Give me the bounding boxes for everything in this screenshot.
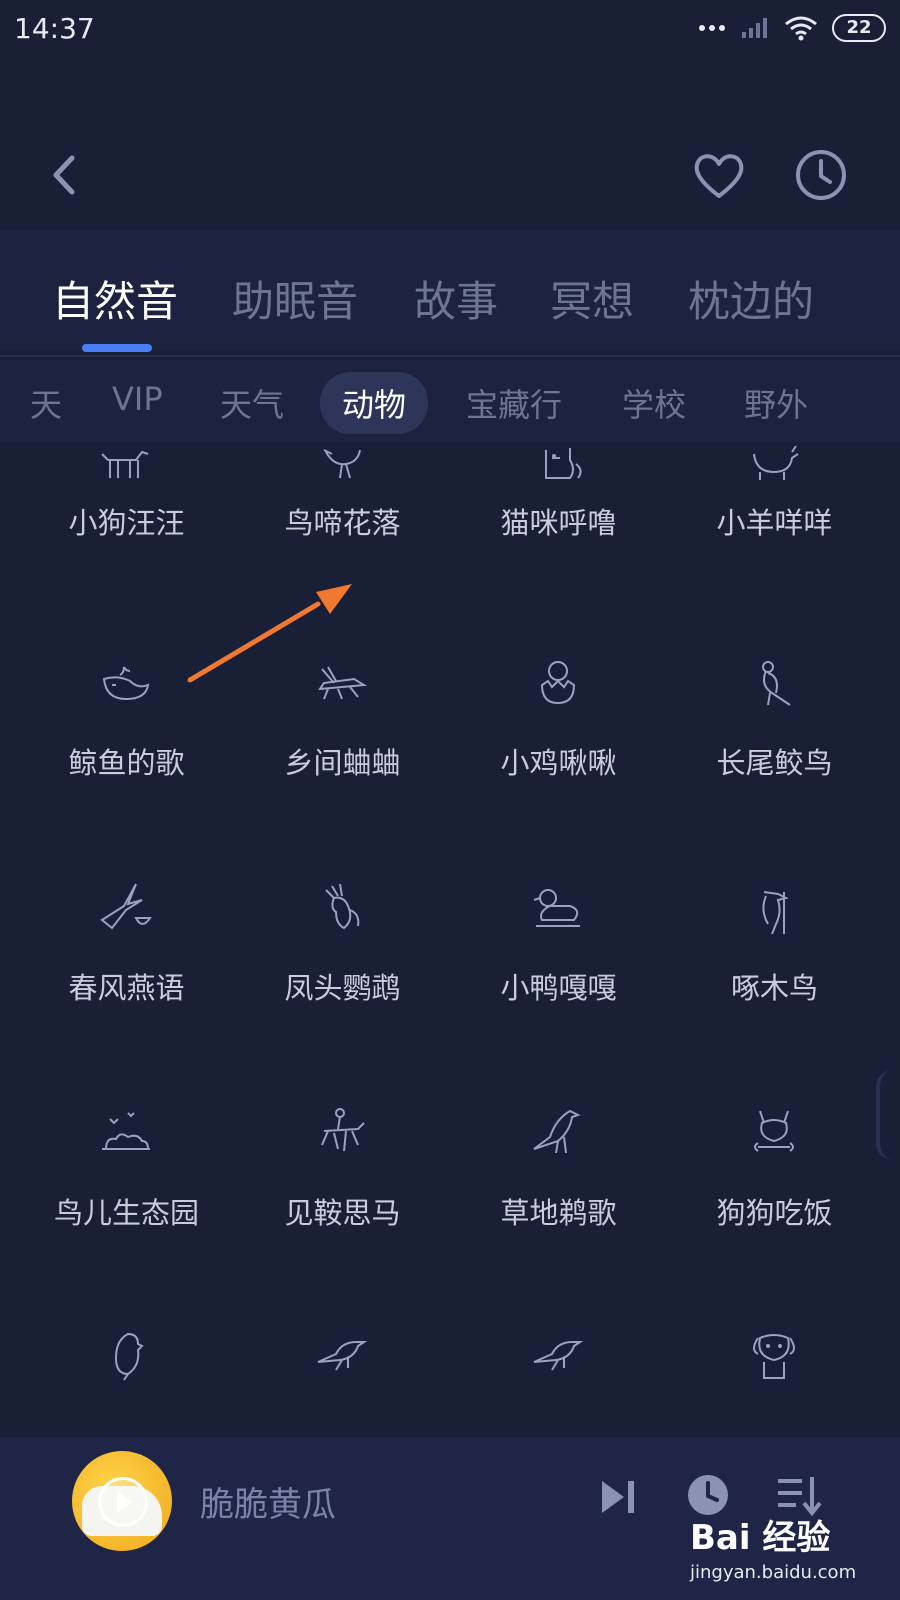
swallow-icon: [100, 883, 152, 930]
sound-label: 猫咪呼噜: [500, 506, 617, 540]
divider: [0, 355, 900, 357]
subtab-partial[interactable]: 天: [30, 380, 62, 426]
sound-item[interactable]: 春风燕语: [14, 870, 239, 1070]
sound-item[interactable]: 鸟儿生态园: [14, 1095, 239, 1295]
sound-label: 鲸鱼的歌: [68, 746, 185, 780]
tab-bedside[interactable]: 枕边的: [688, 268, 814, 329]
sound-label: 春风燕语: [68, 971, 185, 1005]
bird-flower-icon: [323, 449, 361, 479]
subtab-treasure[interactable]: 宝藏行: [466, 380, 562, 426]
sparrow-icon: [317, 1341, 368, 1371]
sound-item[interactable]: [662, 1320, 887, 1435]
subtab-weather[interactable]: 天气: [220, 380, 284, 426]
sparrow-icon: [533, 1341, 584, 1371]
sound-item[interactable]: 凤头鹦鹉: [230, 870, 455, 1070]
sound-item[interactable]: 小狗汪汪: [14, 440, 239, 620]
sound-item[interactable]: 猫咪呼噜: [446, 440, 671, 620]
baidu-watermark: Bai 经验 jingyan.baidu.com: [690, 1510, 890, 1600]
sub-category-tabs: 天 VIP 天气 动物 宝藏行 学校 野外: [0, 360, 900, 442]
chick-icon: [540, 661, 576, 705]
tab-sleep-sounds[interactable]: 助眠音: [232, 268, 358, 329]
clock-icon[interactable]: [792, 146, 850, 204]
sound-label: 鸟啼花落: [284, 506, 401, 540]
sound-item[interactable]: 鲸鱼的歌: [14, 645, 239, 845]
cricket-icon: [318, 666, 368, 700]
main-category-tabs: 自然音 助眠音 故事 冥想 枕边的: [0, 230, 900, 352]
dog-icon: [101, 450, 149, 478]
sound-item[interactable]: 鸟啼花落: [230, 440, 455, 620]
play-icon[interactable]: [98, 1477, 148, 1527]
sound-item[interactable]: [230, 1320, 455, 1435]
sound-label: 乡间蛐蛐: [284, 746, 401, 780]
woodpecker-icon: [762, 891, 789, 935]
sound-item[interactable]: 啄木鸟: [662, 870, 887, 1070]
sound-label: 小狗汪汪: [68, 506, 185, 540]
sound-label: 小鸭嘎嘎: [500, 971, 617, 1005]
sound-item[interactable]: [446, 1320, 671, 1435]
status-time: 14:37: [14, 12, 95, 45]
sound-label: 凤头鹦鹉: [284, 971, 401, 1005]
skip-next-icon[interactable]: [598, 1477, 638, 1517]
magpie-icon: [762, 661, 791, 706]
sound-item[interactable]: 小羊咩咩: [662, 440, 887, 620]
sound-label: 见鞍思马: [284, 1196, 401, 1230]
sound-item[interactable]: 长尾鲛鸟: [662, 645, 887, 845]
more-dots-icon: [699, 25, 725, 31]
sound-item[interactable]: 狗狗吃饭: [662, 1095, 887, 1295]
sound-label: 小羊咩咩: [716, 506, 833, 540]
watermark-logo: Bai 经验: [690, 1518, 831, 1558]
bird-park-icon: [102, 1112, 150, 1150]
sound-item[interactable]: 乡间蛐蛐: [230, 645, 455, 845]
battery-indicator: 22: [832, 14, 886, 42]
tab-nature-sounds[interactable]: 自然音: [52, 268, 178, 329]
tabs-fade: [800, 360, 900, 442]
track-title[interactable]: 脆脆黄瓜: [200, 1477, 336, 1526]
dog-bone-icon: [754, 1110, 794, 1152]
sound-label: 长尾鲛鸟: [716, 746, 833, 780]
sound-label: 狗狗吃饭: [716, 1196, 833, 1230]
sound-item[interactable]: 小鸡啾啾: [446, 645, 671, 845]
watermark-site: jingyan.baidu.com: [690, 1562, 857, 1583]
horse-rider-icon: [321, 1108, 365, 1152]
subtab-school[interactable]: 学校: [622, 380, 686, 426]
wifi-icon: [785, 16, 817, 41]
back-icon[interactable]: [40, 148, 90, 202]
signal-icon: [742, 18, 767, 38]
parrot-icon: [114, 1332, 144, 1381]
tab-stories[interactable]: 故事: [414, 268, 498, 329]
sheep-icon: [753, 445, 799, 480]
status-bar: 14:37 22: [0, 0, 900, 62]
sound-item[interactable]: 见鞍思马: [230, 1095, 455, 1295]
sound-item[interactable]: 草地鹈歌: [446, 1095, 671, 1295]
subtab-vip[interactable]: VIP: [112, 380, 163, 418]
side-drawer-handle[interactable]: [876, 1070, 900, 1160]
sound-item[interactable]: [14, 1320, 239, 1435]
album-cover[interactable]: [72, 1451, 172, 1551]
heart-icon[interactable]: [690, 146, 748, 204]
puppy-icon: [753, 1334, 795, 1379]
sound-item[interactable]: 小鸭嘎嘎: [446, 870, 671, 1070]
crow-icon: [533, 1109, 581, 1154]
duck-icon: [533, 889, 580, 927]
active-tab-indicator: [82, 344, 152, 352]
status-icons: 22: [698, 14, 886, 42]
subtab-animals[interactable]: 动物: [320, 372, 429, 434]
subtab-outdoor[interactable]: 野外: [744, 380, 808, 426]
tab-meditation[interactable]: 冥想: [550, 268, 634, 329]
sound-label: 鸟儿生态园: [53, 1196, 199, 1230]
cat-icon: [545, 448, 582, 479]
sound-label: 啄木鸟: [730, 971, 818, 1005]
top-bar: [0, 140, 900, 210]
sound-grid: 小狗汪汪 鸟啼花落 猫咪呼噜 小羊咩咩 鲸鱼的歌 乡间蛐蛐 小鸡啾啾 长尾鲛鸟 …: [0, 440, 900, 1435]
sound-label: 草地鹈歌: [500, 1196, 617, 1230]
whale-icon: [102, 666, 150, 701]
cockatoo-icon: [325, 883, 360, 930]
sound-label: 小鸡啾啾: [500, 746, 617, 780]
